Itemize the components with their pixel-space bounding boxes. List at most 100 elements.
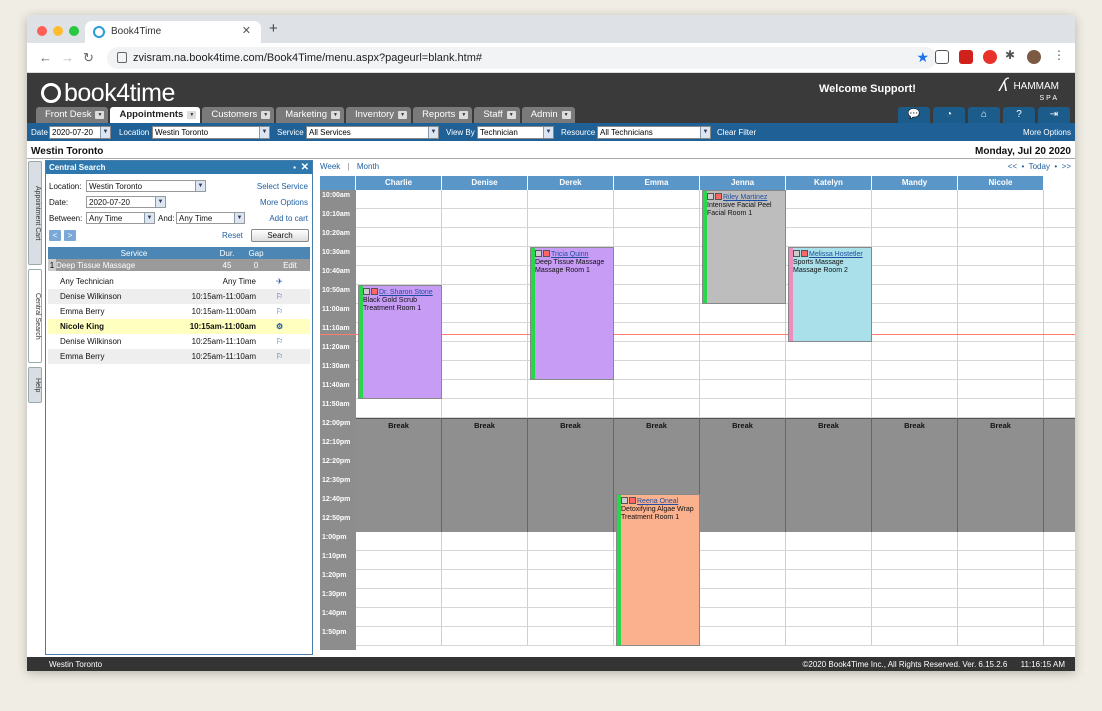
time-slot[interactable] bbox=[442, 627, 528, 646]
time-slot[interactable] bbox=[872, 304, 958, 323]
time-slot[interactable] bbox=[872, 228, 958, 247]
time-slot[interactable] bbox=[1044, 380, 1075, 399]
appointment-block[interactable]: Dr. Sharon Stone Black Gold Scrub Treatmen… bbox=[358, 285, 442, 399]
time-slot[interactable] bbox=[528, 228, 614, 247]
time-slot[interactable] bbox=[356, 608, 442, 627]
time-slot[interactable] bbox=[872, 342, 958, 361]
time-slot[interactable] bbox=[356, 627, 442, 646]
more-options-link[interactable]: More Options bbox=[1023, 128, 1071, 137]
time-slot[interactable] bbox=[700, 589, 786, 608]
add-to-cart-link[interactable]: Add to cart bbox=[269, 214, 308, 223]
time-slot[interactable] bbox=[442, 589, 528, 608]
time-slot[interactable] bbox=[786, 532, 872, 551]
dropdown-arrow-icon[interactable]: ▼ bbox=[187, 111, 197, 119]
time-slot[interactable] bbox=[614, 190, 700, 209]
home-icon[interactable]: ⌂ bbox=[968, 107, 1000, 123]
help-icon[interactable]: ? bbox=[1003, 107, 1035, 123]
time-slot[interactable] bbox=[958, 285, 1044, 304]
time-slot[interactable] bbox=[872, 247, 958, 266]
time-slot[interactable] bbox=[872, 627, 958, 646]
result-row[interactable]: Nicole King 10:15am-11:00am ⚙ bbox=[48, 319, 310, 334]
search-date-select[interactable]: 2020-07-20 ▼ bbox=[86, 196, 166, 208]
result-row[interactable]: Denise Wilkinson 10:15am-11:00am ⚐ bbox=[48, 289, 310, 304]
time-slot[interactable] bbox=[356, 228, 442, 247]
dropdown-arrow-icon[interactable]: ▼ bbox=[506, 111, 516, 119]
profile-avatar[interactable] bbox=[1027, 50, 1041, 64]
client-name-link[interactable]: Tricia Quinn bbox=[551, 251, 588, 258]
menu-tab-marketing[interactable]: Marketing ▼ bbox=[276, 107, 344, 123]
time-slot[interactable] bbox=[700, 399, 786, 418]
menu-tab-reports[interactable]: Reports ▼ bbox=[413, 107, 473, 123]
logout-icon[interactable]: ⇥ bbox=[1038, 107, 1070, 123]
break-block[interactable]: Break bbox=[356, 418, 442, 532]
address-bar[interactable]: zvisram.na.book4time.com/Book4Time/menu.… bbox=[107, 47, 937, 69]
time-slot[interactable] bbox=[872, 608, 958, 627]
appointment-cart-tab[interactable]: Appointment Cart bbox=[28, 161, 42, 265]
time-slot[interactable] bbox=[1044, 209, 1075, 228]
resource-filter-select[interactable]: All Technicians ▼ bbox=[597, 126, 711, 139]
time-slot[interactable] bbox=[1044, 532, 1075, 551]
time-slot[interactable] bbox=[356, 266, 442, 285]
time-slot[interactable] bbox=[1044, 361, 1075, 380]
time-slot[interactable] bbox=[786, 361, 872, 380]
tech-header-denise[interactable]: Denise bbox=[442, 176, 528, 190]
book-icon[interactable]: ⚐ bbox=[276, 337, 283, 346]
time-slot[interactable] bbox=[614, 342, 700, 361]
browser-tab[interactable]: Book4Time ✕ bbox=[85, 21, 261, 43]
time-slot[interactable] bbox=[700, 627, 786, 646]
prev-week-link[interactable]: << bbox=[1008, 162, 1017, 171]
service-edit-link[interactable]: Edit bbox=[270, 259, 310, 271]
and-select[interactable]: Any Time ▼ bbox=[176, 212, 245, 224]
viewby-filter-select[interactable]: Technician ▼ bbox=[477, 126, 554, 139]
break-block[interactable]: Break bbox=[528, 418, 614, 532]
tech-header-derek[interactable]: Derek bbox=[528, 176, 614, 190]
dropdown-arrow-icon[interactable]: ▼ bbox=[398, 111, 408, 119]
menu-tab-appointments[interactable]: Appointments ▼ bbox=[110, 107, 201, 123]
time-slot[interactable] bbox=[442, 228, 528, 247]
client-name-link[interactable]: Reena Oneal bbox=[637, 498, 678, 505]
time-slot[interactable] bbox=[958, 247, 1044, 266]
time-slot[interactable] bbox=[872, 589, 958, 608]
chat-icon[interactable]: 💬 bbox=[898, 107, 930, 123]
time-slot[interactable] bbox=[872, 399, 958, 418]
url-text[interactable]: zvisram.na.book4time.com/Book4Time/menu.… bbox=[133, 52, 482, 64]
time-slot[interactable] bbox=[1044, 589, 1075, 608]
book-icon[interactable]: ⚙ bbox=[276, 322, 283, 331]
break-block[interactable]: Break bbox=[442, 418, 528, 532]
time-slot[interactable] bbox=[1044, 285, 1075, 304]
time-slot[interactable] bbox=[442, 380, 528, 399]
reset-link[interactable]: Reset bbox=[222, 231, 243, 240]
book-icon[interactable]: ⚐ bbox=[276, 352, 283, 361]
time-slot[interactable] bbox=[442, 551, 528, 570]
time-slot[interactable] bbox=[614, 380, 700, 399]
time-slot[interactable] bbox=[1044, 323, 1075, 342]
time-slot[interactable] bbox=[1044, 342, 1075, 361]
time-slot[interactable] bbox=[528, 532, 614, 551]
screenshot-ext-icon[interactable] bbox=[935, 50, 949, 64]
time-slot[interactable] bbox=[528, 627, 614, 646]
time-slot[interactable] bbox=[872, 266, 958, 285]
back-icon[interactable]: ← bbox=[39, 50, 52, 65]
time-slot[interactable] bbox=[786, 399, 872, 418]
dropdown-arrow-icon[interactable]: ▼ bbox=[330, 111, 340, 119]
date-filter-input[interactable]: 2020-07-20 ▼ bbox=[49, 126, 111, 139]
time-slot[interactable] bbox=[442, 285, 528, 304]
time-slot[interactable] bbox=[958, 627, 1044, 646]
time-slot[interactable] bbox=[528, 209, 614, 228]
appointment-block[interactable]: Tricia Quinn Deep Tissue Massage Massage R… bbox=[530, 247, 614, 380]
time-slot[interactable] bbox=[1044, 570, 1075, 589]
time-slot[interactable] bbox=[1044, 247, 1075, 266]
time-slot[interactable] bbox=[958, 551, 1044, 570]
time-slot[interactable] bbox=[442, 399, 528, 418]
search-button[interactable]: Search bbox=[251, 229, 309, 242]
time-slot[interactable] bbox=[442, 570, 528, 589]
time-slot[interactable] bbox=[1044, 266, 1075, 285]
menu-kebab-icon[interactable]: ⋮ bbox=[1053, 48, 1067, 62]
time-slot[interactable] bbox=[442, 304, 528, 323]
time-slot[interactable] bbox=[442, 247, 528, 266]
time-slot[interactable] bbox=[356, 570, 442, 589]
time-slot[interactable] bbox=[958, 380, 1044, 399]
next-week-link[interactable]: >> bbox=[1062, 162, 1071, 171]
menu-tab-admin[interactable]: Admin ▼ bbox=[521, 107, 575, 123]
close-panel-icon[interactable]: ✕ bbox=[301, 161, 309, 174]
